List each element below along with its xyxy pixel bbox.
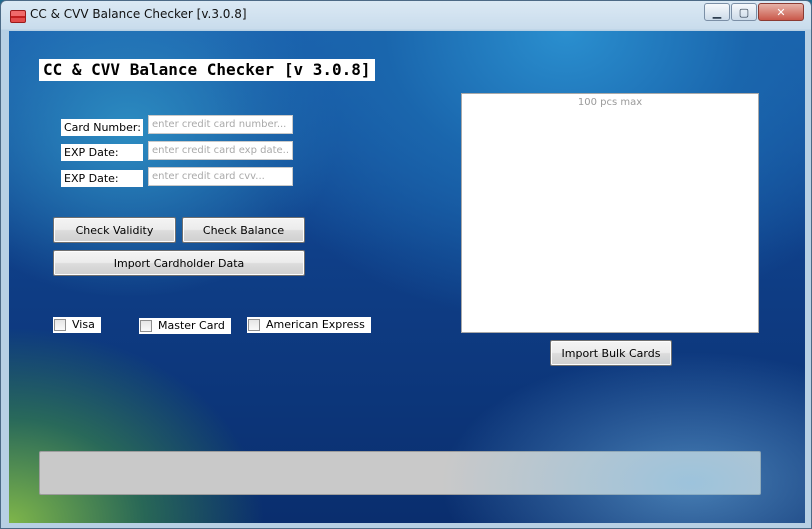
- bulk-cards-placeholder: 100 pcs max: [577, 97, 643, 108]
- minimize-button[interactable]: ▁: [704, 3, 730, 21]
- title-bar[interactable]: CC & CVV Balance Checker [v.3.0.8] ▁ ▢ ✕: [1, 1, 811, 31]
- visa-checkbox-label: Visa: [72, 318, 95, 331]
- checkbox-box[interactable]: [248, 319, 260, 331]
- progress-bar: [39, 451, 761, 495]
- master-card-checkbox[interactable]: Master Card: [139, 318, 231, 334]
- card-number-input[interactable]: [148, 115, 293, 134]
- american-express-checkbox[interactable]: American Express: [247, 317, 371, 333]
- window-title: CC & CVV Balance Checker [v.3.0.8]: [30, 7, 247, 21]
- checkbox-box[interactable]: [54, 319, 66, 331]
- cvv-input[interactable]: [148, 167, 293, 186]
- app-window: CC & CVV Balance Checker [v.3.0.8] ▁ ▢ ✕…: [0, 0, 812, 529]
- exp-date-input[interactable]: [148, 141, 293, 160]
- visa-checkbox[interactable]: Visa: [53, 317, 101, 333]
- cvv-label: EXP Date:: [61, 170, 143, 187]
- check-balance-button[interactable]: Check Balance: [182, 217, 305, 243]
- close-button[interactable]: ✕: [758, 3, 804, 21]
- maximize-button[interactable]: ▢: [731, 3, 757, 21]
- american-express-checkbox-label: American Express: [266, 318, 365, 331]
- app-heading: CC & CVV Balance Checker [v 3.0.8]: [39, 59, 375, 81]
- master-card-checkbox-label: Master Card: [158, 319, 225, 332]
- import-cardholder-data-button[interactable]: Import Cardholder Data: [53, 250, 305, 276]
- bulk-cards-textarea[interactable]: 100 pcs max: [461, 93, 759, 333]
- main-panel: CC & CVV Balance Checker [v 3.0.8] Card …: [9, 31, 805, 523]
- card-number-label: Card Number:: [61, 119, 143, 136]
- import-bulk-cards-button[interactable]: Import Bulk Cards: [550, 340, 672, 366]
- checkbox-box[interactable]: [140, 320, 152, 332]
- check-validity-button[interactable]: Check Validity: [53, 217, 176, 243]
- credit-card-icon: [10, 10, 26, 23]
- exp-date-label: EXP Date:: [61, 144, 143, 161]
